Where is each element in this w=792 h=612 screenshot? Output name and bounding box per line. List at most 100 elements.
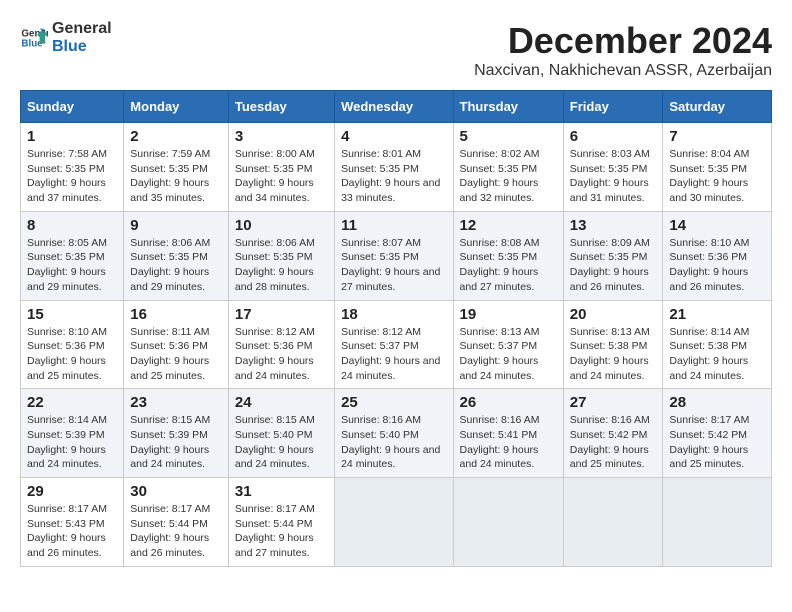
logo-icon: General Blue: [20, 24, 48, 52]
calendar-cell: 7 Sunrise: 8:04 AMSunset: 5:35 PMDayligh…: [663, 123, 772, 212]
day-info: Sunrise: 8:07 AMSunset: 5:35 PMDaylight:…: [341, 237, 440, 293]
header-friday: Friday: [563, 91, 663, 123]
day-number: 5: [460, 128, 557, 145]
day-info: Sunrise: 8:16 AMSunset: 5:40 PMDaylight:…: [341, 414, 440, 470]
calendar-cell: 19 Sunrise: 8:13 AMSunset: 5:37 PMDaylig…: [453, 300, 563, 389]
calendar-cell: 5 Sunrise: 8:02 AMSunset: 5:35 PMDayligh…: [453, 123, 563, 212]
day-info: Sunrise: 8:14 AMSunset: 5:38 PMDaylight:…: [669, 326, 749, 382]
day-number: 10: [235, 217, 328, 234]
day-number: 12: [460, 217, 557, 234]
calendar-cell: 31 Sunrise: 8:17 AMSunset: 5:44 PMDaylig…: [228, 478, 334, 567]
week-row-4: 22 Sunrise: 8:14 AMSunset: 5:39 PMDaylig…: [21, 389, 772, 478]
day-info: Sunrise: 8:08 AMSunset: 5:35 PMDaylight:…: [460, 237, 540, 293]
calendar-cell: 12 Sunrise: 8:08 AMSunset: 5:35 PMDaylig…: [453, 211, 563, 300]
calendar-cell: 24 Sunrise: 8:15 AMSunset: 5:40 PMDaylig…: [228, 389, 334, 478]
day-number: 21: [669, 306, 765, 323]
day-number: 8: [27, 217, 117, 234]
calendar-cell: 13 Sunrise: 8:09 AMSunset: 5:35 PMDaylig…: [563, 211, 663, 300]
day-number: 11: [341, 217, 446, 234]
calendar-table: SundayMondayTuesdayWednesdayThursdayFrid…: [20, 90, 772, 567]
day-info: Sunrise: 8:10 AMSunset: 5:36 PMDaylight:…: [669, 237, 749, 293]
calendar-cell: 20 Sunrise: 8:13 AMSunset: 5:38 PMDaylig…: [563, 300, 663, 389]
day-number: 3: [235, 128, 328, 145]
day-number: 29: [27, 483, 117, 500]
day-info: Sunrise: 8:15 AMSunset: 5:39 PMDaylight:…: [130, 414, 210, 470]
day-info: Sunrise: 8:13 AMSunset: 5:37 PMDaylight:…: [460, 326, 540, 382]
day-info: Sunrise: 8:13 AMSunset: 5:38 PMDaylight:…: [570, 326, 650, 382]
day-number: 6: [570, 128, 657, 145]
day-number: 9: [130, 217, 222, 234]
day-number: 31: [235, 483, 328, 500]
logo: General Blue General Blue: [20, 20, 112, 55]
calendar-cell: 9 Sunrise: 8:06 AMSunset: 5:35 PMDayligh…: [124, 211, 229, 300]
day-number: 22: [27, 394, 117, 411]
calendar-cell: [453, 478, 563, 567]
calendar-cell: 14 Sunrise: 8:10 AMSunset: 5:36 PMDaylig…: [663, 211, 772, 300]
day-info: Sunrise: 8:17 AMSunset: 5:44 PMDaylight:…: [130, 503, 210, 559]
day-info: Sunrise: 8:09 AMSunset: 5:35 PMDaylight:…: [570, 237, 650, 293]
header-tuesday: Tuesday: [228, 91, 334, 123]
day-number: 1: [27, 128, 117, 145]
week-row-1: 1 Sunrise: 7:58 AMSunset: 5:35 PMDayligh…: [21, 123, 772, 212]
day-info: Sunrise: 7:58 AMSunset: 5:35 PMDaylight:…: [27, 148, 107, 204]
day-number: 28: [669, 394, 765, 411]
day-info: Sunrise: 8:14 AMSunset: 5:39 PMDaylight:…: [27, 414, 107, 470]
day-info: Sunrise: 8:04 AMSunset: 5:35 PMDaylight:…: [669, 148, 749, 204]
calendar-cell: 6 Sunrise: 8:03 AMSunset: 5:35 PMDayligh…: [563, 123, 663, 212]
day-number: 30: [130, 483, 222, 500]
header-thursday: Thursday: [453, 91, 563, 123]
calendar-cell: 4 Sunrise: 8:01 AMSunset: 5:35 PMDayligh…: [335, 123, 453, 212]
day-number: 23: [130, 394, 222, 411]
day-number: 14: [669, 217, 765, 234]
calendar-cell: 11 Sunrise: 8:07 AMSunset: 5:35 PMDaylig…: [335, 211, 453, 300]
day-number: 26: [460, 394, 557, 411]
calendar-cell: 30 Sunrise: 8:17 AMSunset: 5:44 PMDaylig…: [124, 478, 229, 567]
calendar-cell: 23 Sunrise: 8:15 AMSunset: 5:39 PMDaylig…: [124, 389, 229, 478]
day-info: Sunrise: 8:11 AMSunset: 5:36 PMDaylight:…: [130, 326, 209, 382]
day-info: Sunrise: 8:01 AMSunset: 5:35 PMDaylight:…: [341, 148, 440, 204]
calendar-cell: 21 Sunrise: 8:14 AMSunset: 5:38 PMDaylig…: [663, 300, 772, 389]
day-info: Sunrise: 8:05 AMSunset: 5:35 PMDaylight:…: [27, 237, 107, 293]
week-row-2: 8 Sunrise: 8:05 AMSunset: 5:35 PMDayligh…: [21, 211, 772, 300]
day-number: 4: [341, 128, 446, 145]
calendar-cell: 1 Sunrise: 7:58 AMSunset: 5:35 PMDayligh…: [21, 123, 124, 212]
calendar-cell: [563, 478, 663, 567]
subtitle: Naxcivan, Nakhichevan ASSR, Azerbaijan: [474, 62, 772, 80]
day-info: Sunrise: 8:17 AMSunset: 5:43 PMDaylight:…: [27, 503, 107, 559]
calendar-cell: 18 Sunrise: 8:12 AMSunset: 5:37 PMDaylig…: [335, 300, 453, 389]
day-info: Sunrise: 8:16 AMSunset: 5:42 PMDaylight:…: [570, 414, 650, 470]
main-title: December 2024: [474, 20, 772, 62]
day-info: Sunrise: 8:06 AMSunset: 5:35 PMDaylight:…: [235, 237, 315, 293]
calendar-cell: 3 Sunrise: 8:00 AMSunset: 5:35 PMDayligh…: [228, 123, 334, 212]
day-info: Sunrise: 8:10 AMSunset: 5:36 PMDaylight:…: [27, 326, 107, 382]
day-number: 24: [235, 394, 328, 411]
day-info: Sunrise: 8:00 AMSunset: 5:35 PMDaylight:…: [235, 148, 315, 204]
header-wednesday: Wednesday: [335, 91, 453, 123]
calendar-cell: 25 Sunrise: 8:16 AMSunset: 5:40 PMDaylig…: [335, 389, 453, 478]
header-saturday: Saturday: [663, 91, 772, 123]
header-sunday: Sunday: [21, 91, 124, 123]
day-number: 13: [570, 217, 657, 234]
day-number: 20: [570, 306, 657, 323]
day-info: Sunrise: 8:15 AMSunset: 5:40 PMDaylight:…: [235, 414, 315, 470]
calendar-cell: 15 Sunrise: 8:10 AMSunset: 5:36 PMDaylig…: [21, 300, 124, 389]
calendar-cell: 2 Sunrise: 7:59 AMSunset: 5:35 PMDayligh…: [124, 123, 229, 212]
calendar-cell: 28 Sunrise: 8:17 AMSunset: 5:42 PMDaylig…: [663, 389, 772, 478]
calendar-cell: 16 Sunrise: 8:11 AMSunset: 5:36 PMDaylig…: [124, 300, 229, 389]
calendar-cell: 29 Sunrise: 8:17 AMSunset: 5:43 PMDaylig…: [21, 478, 124, 567]
day-info: Sunrise: 8:06 AMSunset: 5:35 PMDaylight:…: [130, 237, 210, 293]
day-info: Sunrise: 8:17 AMSunset: 5:44 PMDaylight:…: [235, 503, 315, 559]
day-info: Sunrise: 8:12 AMSunset: 5:36 PMDaylight:…: [235, 326, 315, 382]
day-info: Sunrise: 8:16 AMSunset: 5:41 PMDaylight:…: [460, 414, 540, 470]
calendar-cell: 10 Sunrise: 8:06 AMSunset: 5:35 PMDaylig…: [228, 211, 334, 300]
day-number: 19: [460, 306, 557, 323]
header-monday: Monday: [124, 91, 229, 123]
calendar-cell: 26 Sunrise: 8:16 AMSunset: 5:41 PMDaylig…: [453, 389, 563, 478]
logo-general: General: [52, 20, 112, 38]
calendar-header-row: SundayMondayTuesdayWednesdayThursdayFrid…: [21, 91, 772, 123]
header: General Blue General Blue December 2024 …: [20, 20, 772, 80]
title-section: December 2024 Naxcivan, Nakhichevan ASSR…: [474, 20, 772, 80]
calendar-cell: 17 Sunrise: 8:12 AMSunset: 5:36 PMDaylig…: [228, 300, 334, 389]
day-info: Sunrise: 8:12 AMSunset: 5:37 PMDaylight:…: [341, 326, 440, 382]
day-number: 7: [669, 128, 765, 145]
